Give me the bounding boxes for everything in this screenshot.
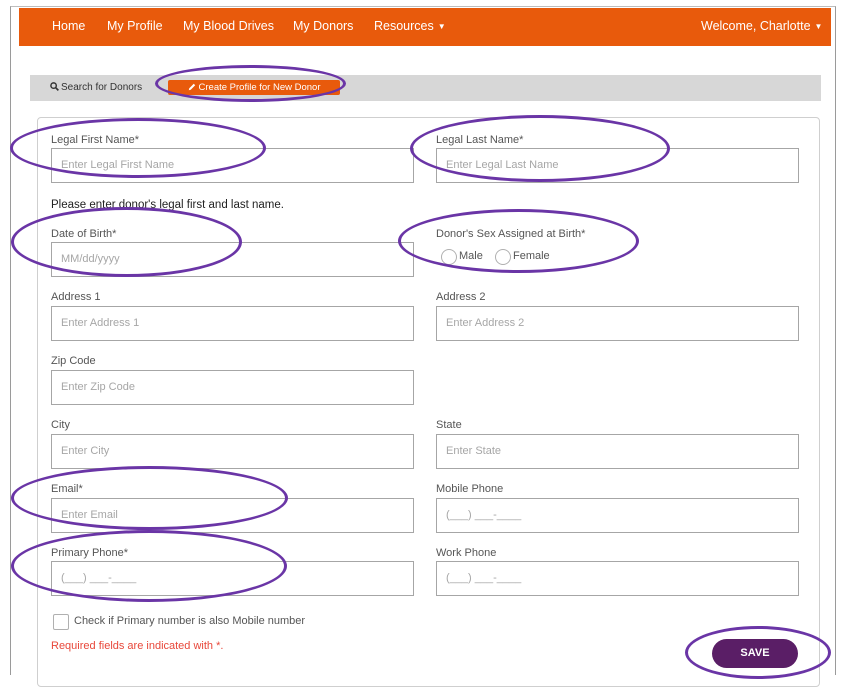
top-navbar: Home My Profile My Blood Drives My Donor… [19, 8, 831, 46]
city-label: City [51, 419, 70, 431]
primary-is-mobile-label: Check if Primary number is also Mobile n… [74, 615, 306, 627]
sex-label: Donor's Sex Assigned at Birth* [436, 228, 586, 240]
search-icon [50, 82, 59, 91]
pencil-icon [188, 83, 195, 91]
name-help-text: Please enter donor's legal first and las… [51, 199, 284, 211]
primary-is-mobile-checkbox[interactable] [53, 614, 69, 630]
nav-user-menu[interactable]: Welcome, Charlotte ▼ [701, 19, 822, 33]
nav-my-donors[interactable]: My Donors [293, 19, 353, 33]
address2-input[interactable]: Enter Address 2 [436, 306, 799, 341]
email-input[interactable]: Enter Email [51, 498, 414, 533]
mobile-phone-label: Mobile Phone [436, 483, 504, 495]
nav-my-profile[interactable]: My Profile [107, 19, 163, 33]
sex-male-radio[interactable] [441, 249, 457, 265]
last-name-label: Legal Last Name* [436, 134, 524, 146]
nav-home[interactable]: Home [52, 19, 85, 33]
zip-label: Zip Code [51, 355, 96, 367]
search-donors-tab[interactable]: Search for Donors [50, 82, 142, 93]
work-phone-label: Work Phone [436, 547, 497, 559]
address1-label: Address 1 [51, 291, 101, 303]
nav-my-blood-drives[interactable]: My Blood Drives [183, 19, 274, 33]
zip-input[interactable]: Enter Zip Code [51, 370, 414, 405]
required-fields-note: Required fields are indicated with *. [51, 640, 224, 652]
last-name-input[interactable]: Enter Legal Last Name [436, 148, 799, 183]
nav-resources-label: Resources [374, 19, 434, 33]
sex-female-label: Female [513, 250, 550, 262]
work-phone-input[interactable]: (___) ___-____ [436, 561, 799, 596]
save-button[interactable]: SAVE [712, 639, 798, 668]
address1-input[interactable]: Enter Address 1 [51, 306, 414, 341]
mobile-phone-input[interactable]: (___) ___-____ [436, 498, 799, 533]
primary-phone-label: Primary Phone* [51, 547, 129, 559]
dob-input[interactable]: MM/dd/yyyy [51, 242, 414, 277]
city-input[interactable]: Enter City [51, 434, 414, 469]
donor-toolbar [30, 75, 821, 101]
chevron-down-icon: ▼ [814, 22, 823, 31]
welcome-label: Welcome, Charlotte [701, 19, 811, 33]
sex-female-radio[interactable] [495, 249, 511, 265]
search-donors-label: Search for Donors [61, 82, 143, 93]
email-label: Email* [51, 483, 83, 495]
first-name-label: Legal First Name* [51, 134, 140, 146]
create-profile-label: Create Profile for New Donor [198, 82, 321, 93]
sex-male-label: Male [459, 250, 483, 262]
first-name-input[interactable]: Enter Legal First Name [51, 148, 414, 183]
chevron-down-icon: ▼ [437, 22, 446, 31]
state-label: State [436, 419, 462, 431]
dob-label: Date of Birth* [51, 228, 117, 240]
address2-label: Address 2 [436, 291, 486, 303]
state-input[interactable]: Enter State [436, 434, 799, 469]
nav-resources[interactable]: Resources ▼ [374, 19, 446, 33]
create-profile-tab[interactable]: Create Profile for New Donor [168, 80, 340, 95]
primary-phone-input[interactable]: (___) ___-____ [51, 561, 414, 596]
